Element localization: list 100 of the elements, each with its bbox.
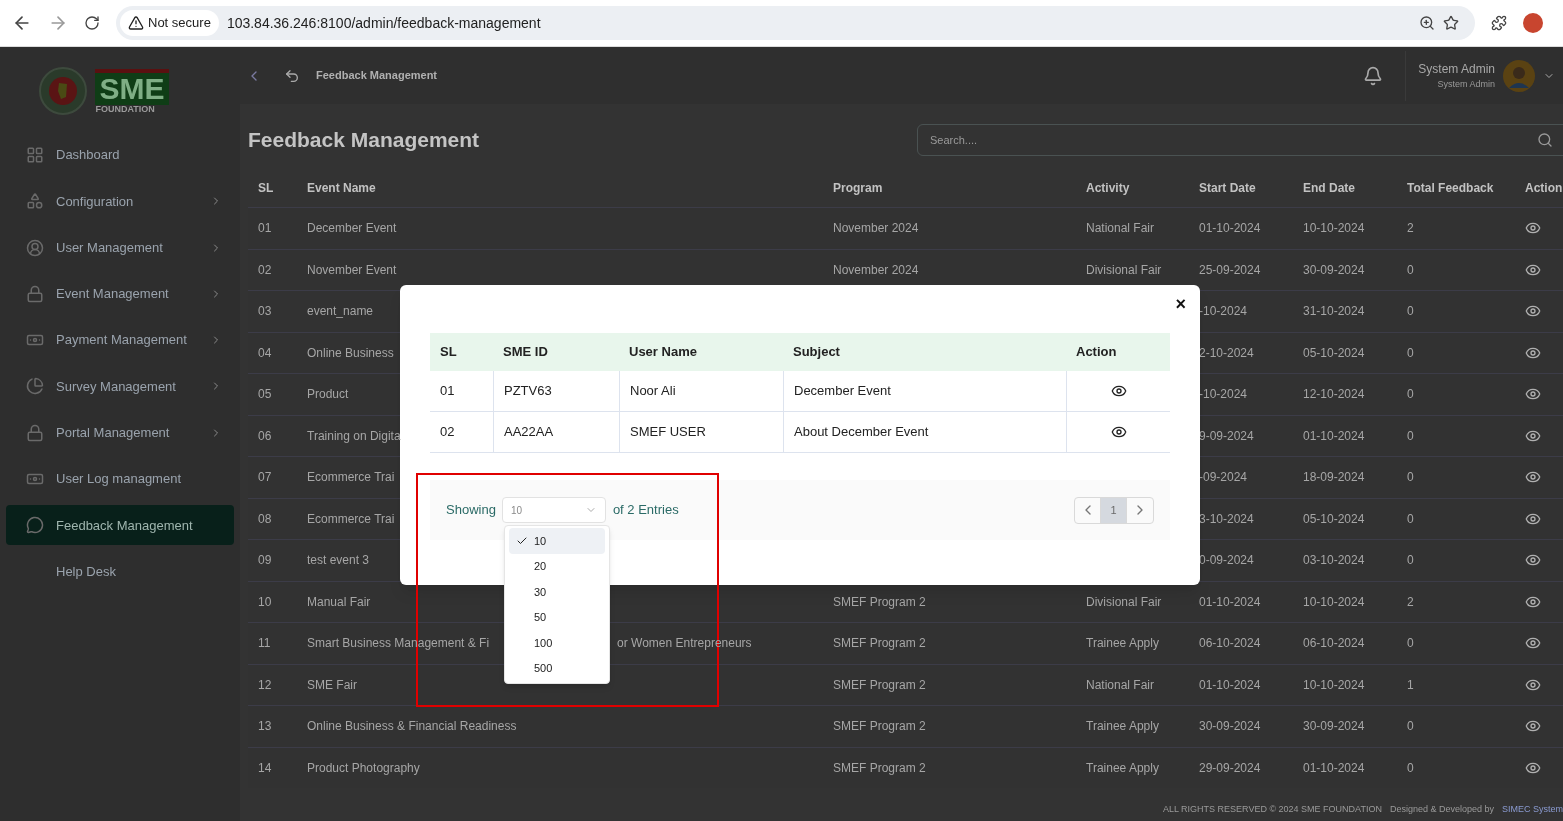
- showing-label: Showing: [446, 501, 496, 520]
- column-header: SL: [430, 333, 493, 371]
- table-cell-text: 9-09-2024: [1198, 427, 1255, 445]
- menu-option[interactable]: 100: [509, 630, 605, 656]
- table-cell-text: Product: [307, 386, 349, 404]
- extensions-icon[interactable]: [1491, 15, 1507, 31]
- table-cell-text: 01: [257, 220, 273, 238]
- table-cell-text: 09: [257, 552, 273, 570]
- table-cell-text: Trainee Apply: [1085, 759, 1160, 777]
- column-header: Total Feedback: [1406, 180, 1495, 197]
- table-cell-text: 2: [1406, 220, 1415, 238]
- table-cell-text: 0: [1406, 759, 1415, 777]
- view-icon[interactable]: [1110, 424, 1127, 440]
- table-cell-text: 10-10-2024: [1302, 676, 1366, 694]
- table-cell-text: 02: [257, 261, 273, 279]
- table-cell-text: Online Business: [307, 344, 394, 362]
- reload-icon[interactable]: [84, 15, 100, 31]
- table-cell-text: 10-10-2024: [1302, 220, 1366, 238]
- security-chip[interactable]: Not secure: [120, 10, 219, 36]
- shapes-icon: [26, 192, 44, 211]
- table-cell-text: 1: [1406, 676, 1415, 694]
- table-cell-text: Ecommerce Trai: [307, 510, 395, 528]
- zoom-icon[interactable]: [1419, 15, 1435, 31]
- sidebar-item[interactable]: Event Management: [6, 273, 234, 314]
- table-cell-text: 05-10-2024: [1302, 510, 1366, 528]
- table-cell-text: 0: [1406, 510, 1415, 528]
- sidebar-item[interactable]: Portal Management: [6, 412, 234, 453]
- menu-option[interactable]: 20: [509, 553, 605, 579]
- table-cell-text: 0: [1406, 386, 1415, 404]
- menu-option[interactable]: 50: [509, 604, 605, 630]
- page-button[interactable]: 1: [1101, 497, 1127, 523]
- table-cell-text: November 2024: [832, 220, 920, 238]
- table-cell-text: 18-09-2024: [1302, 469, 1366, 487]
- table-cell-text: 01-10-2024: [1198, 593, 1262, 611]
- table-cell-text: Divisional Fair: [1085, 261, 1163, 279]
- table-cell-text: 0: [1406, 469, 1415, 487]
- profile-avatar[interactable]: [1523, 13, 1543, 33]
- user-menu[interactable]: System Admin System Admin: [1405, 50, 1555, 101]
- table-cell: December Event: [783, 371, 1066, 412]
- bookmark-icon[interactable]: [1443, 15, 1459, 31]
- back-icon[interactable]: [284, 67, 300, 84]
- table-cell-text: November Event: [307, 261, 397, 279]
- close-button[interactable]: ×: [1175, 295, 1186, 313]
- menu-option[interactable]: 10: [509, 528, 605, 554]
- table-cell-text: 12: [257, 676, 273, 694]
- pie-chart-icon: [26, 377, 44, 396]
- search-field[interactable]: Search....: [917, 124, 1563, 156]
- table-cell: SMEF USER: [619, 412, 783, 453]
- table-cell-text: 0: [1406, 344, 1415, 362]
- table-cell-text: 29-09-2024: [1198, 759, 1262, 777]
- column-header: Program: [832, 180, 884, 197]
- logo-subtitle: FOUNDATION: [95, 104, 155, 114]
- column-header: Event Name: [306, 180, 377, 197]
- search-icon[interactable]: [1537, 132, 1553, 148]
- sidebar-item[interactable]: Payment Management: [6, 320, 234, 361]
- menu-option[interactable]: 500: [509, 655, 605, 681]
- table-cell-text: 04: [257, 344, 273, 362]
- table-cell-text: event_name: [307, 303, 374, 321]
- sidebar-item[interactable]: Dashboard: [6, 135, 234, 175]
- notification-icon[interactable]: [1363, 65, 1384, 86]
- developer-link[interactable]: SIMEC System: [1502, 803, 1563, 817]
- table-cell-text: 11: [257, 635, 272, 653]
- table-cell-text: Trainee Apply: [1085, 635, 1160, 653]
- table-cell-text: 06: [257, 427, 273, 445]
- table-cell-text: 0: [1406, 261, 1415, 279]
- sidebar-item[interactable]: Feedback Management: [6, 505, 234, 546]
- menu-option[interactable]: 30: [509, 579, 605, 605]
- breadcrumb: Feedback Management: [316, 68, 438, 84]
- table-cell-text: November 2024: [832, 261, 920, 279]
- sidebar-item[interactable]: Help Desk: [6, 551, 234, 592]
- table-cell-text: -09-2024: [1198, 469, 1249, 487]
- sidebar-item[interactable]: User Log managment: [6, 459, 234, 500]
- user-role: System Admin: [1437, 77, 1495, 91]
- column-header: Action: [1524, 180, 1563, 197]
- table-cell-text: Trainee Apply: [1085, 718, 1160, 736]
- credit-text: Designed & Developed by: [1389, 803, 1494, 817]
- lock-icon: [26, 284, 44, 303]
- table-cell-text: 05: [257, 386, 273, 404]
- table-cell-text: 2-10-2024: [1198, 344, 1255, 362]
- view-icon[interactable]: [1110, 383, 1127, 399]
- table-cell-text: 01-10-2024: [1302, 759, 1366, 777]
- table-cell-text: SMEF Program 2: [832, 759, 927, 777]
- column-header: End Date: [1302, 180, 1356, 197]
- table-cell-text: 03: [257, 303, 273, 321]
- table-cell-text: 31-10-2024: [1302, 303, 1366, 321]
- table-cell-text: Online Business & Financial Readiness: [307, 718, 517, 736]
- table-cell-text: December Event: [307, 220, 397, 238]
- column-header: Start Date: [1198, 180, 1257, 197]
- column-header: Activity: [1085, 180, 1131, 197]
- sidebar-item[interactable]: Configuration: [6, 181, 234, 222]
- table-cell-text: 10-10-2024: [1302, 593, 1366, 611]
- url-text: 103.84.36.246:8100/admin/feedback-management: [226, 13, 542, 33]
- table-cell-text: test event 3: [307, 552, 370, 570]
- address-bar[interactable]: Not secure 103.84.36.246:8100/admin/feedback-management: [116, 6, 1475, 40]
- table-cell: 01: [430, 371, 493, 412]
- page-size-select[interactable]: 10: [501, 497, 606, 523]
- sidebar-item[interactable]: User Management: [6, 227, 234, 268]
- sidebar-item[interactable]: Survey Management: [6, 366, 234, 407]
- warning-icon: [128, 15, 144, 31]
- table-cell-text: SMEF Program 2: [832, 635, 927, 653]
